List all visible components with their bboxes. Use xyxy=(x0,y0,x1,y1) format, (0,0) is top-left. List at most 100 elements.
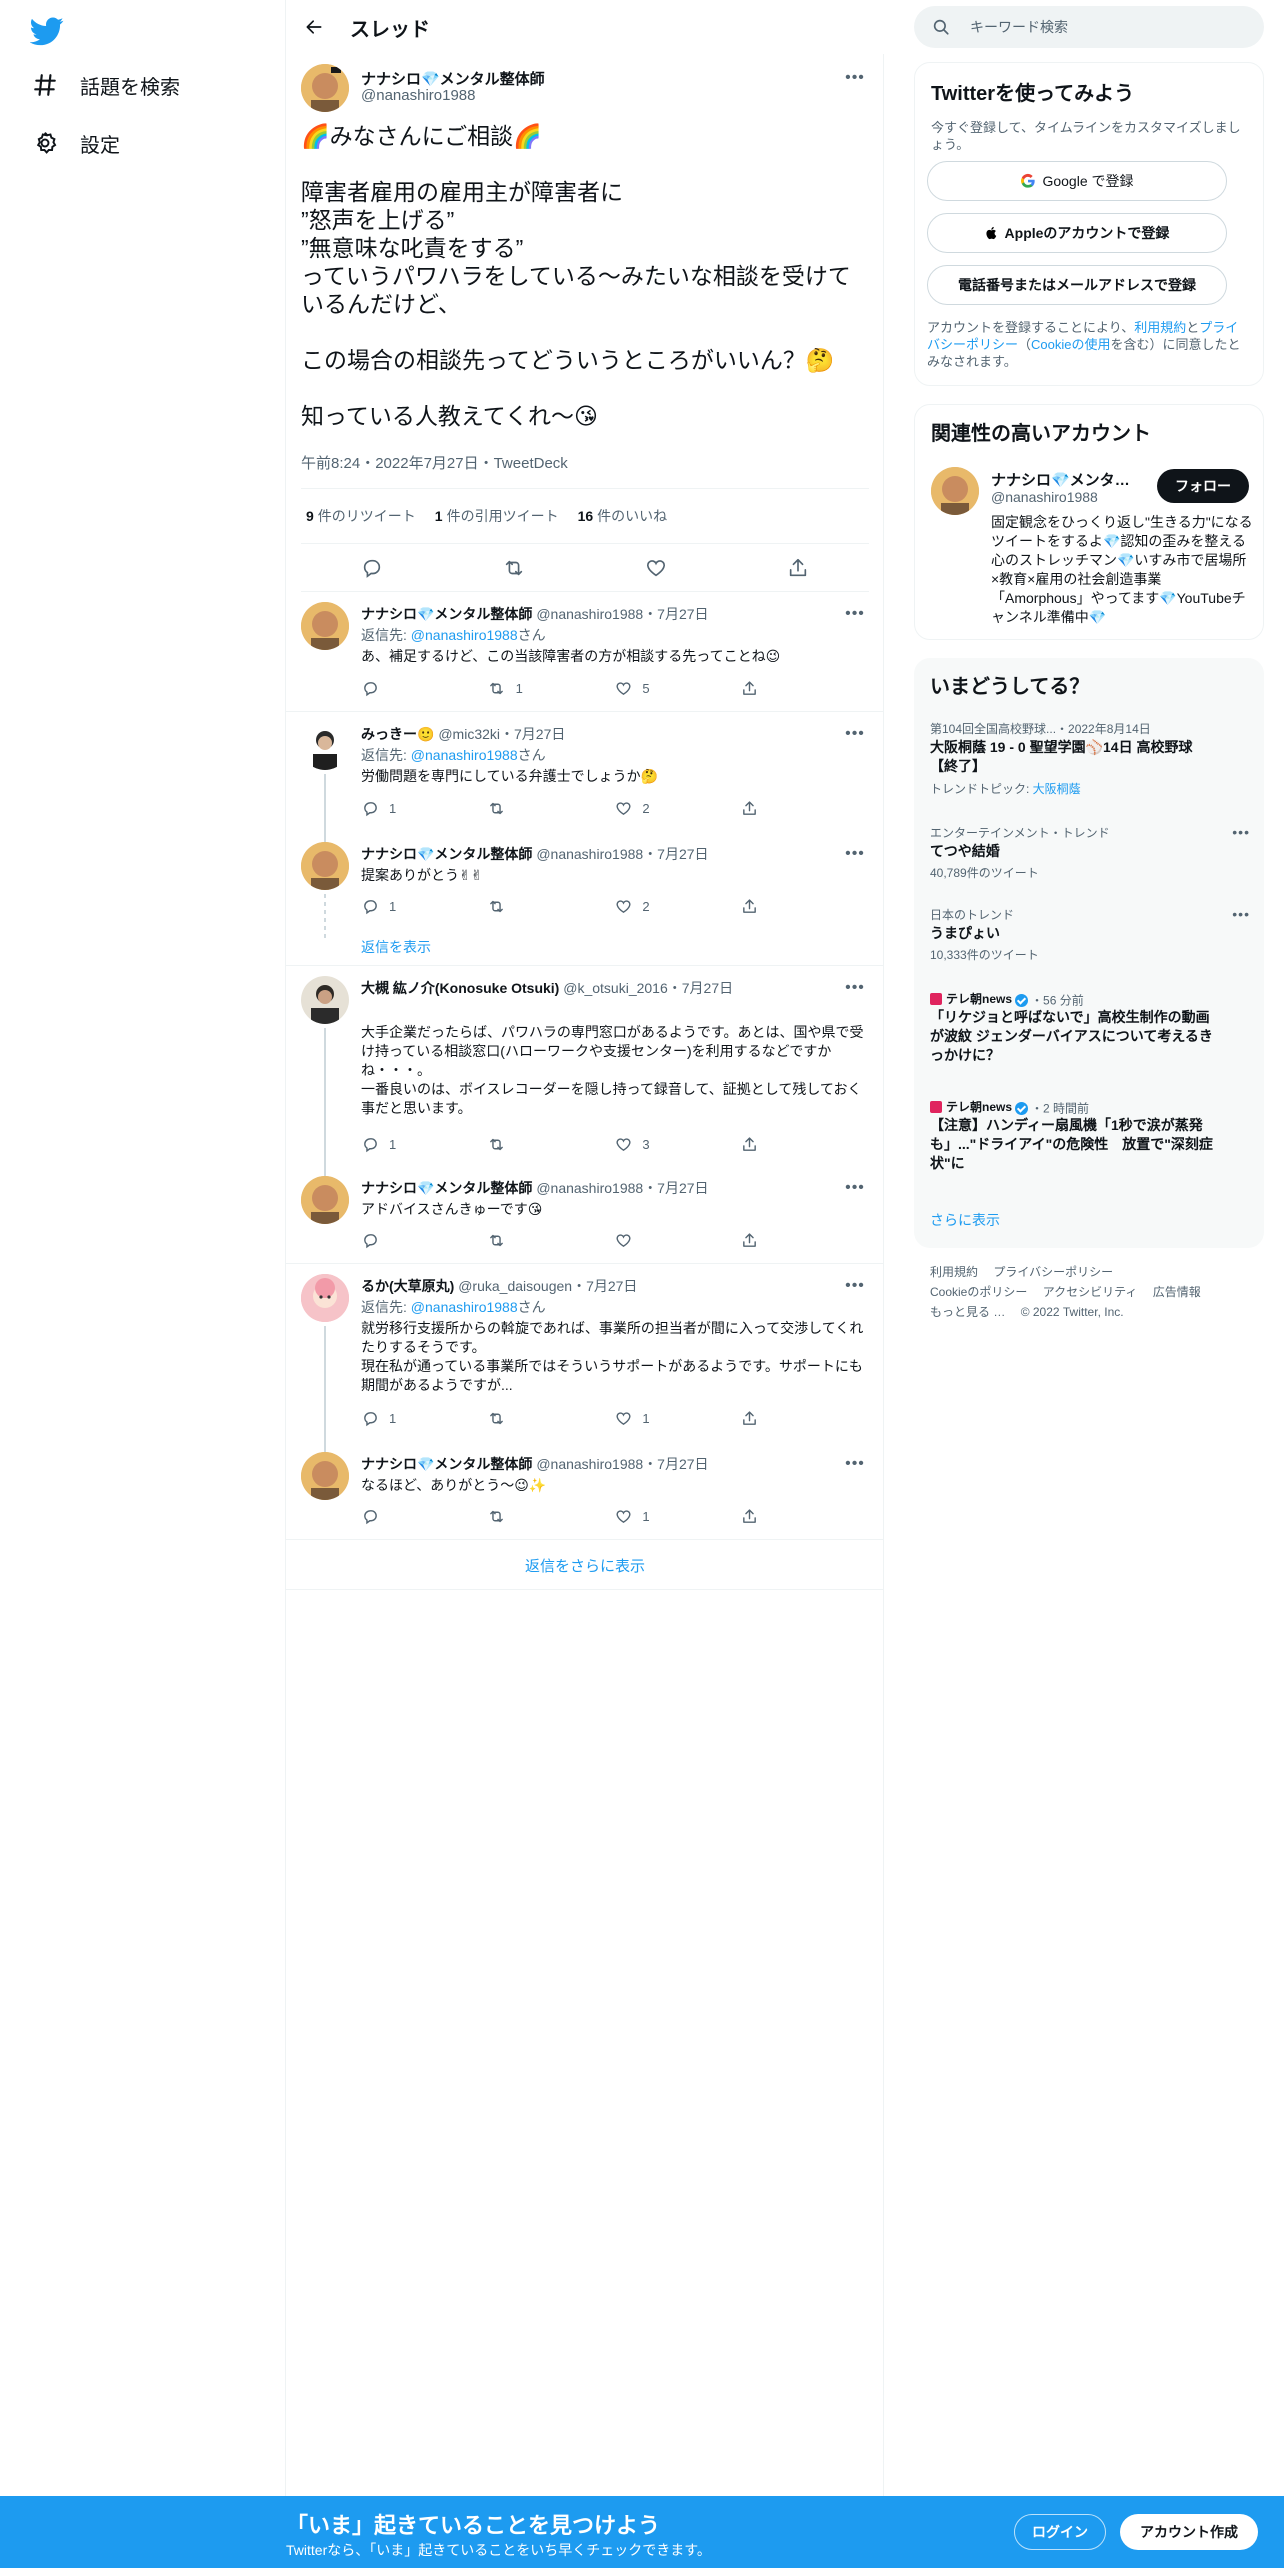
share-button[interactable] xyxy=(741,679,801,697)
retweets-stat[interactable]: 9 件のリツイート xyxy=(306,506,416,526)
avatar[interactable] xyxy=(301,1176,349,1224)
retweet-button[interactable] xyxy=(488,799,548,817)
like-button[interactable]: 1 xyxy=(614,1507,674,1525)
author-name[interactable]: るか(大草原丸) xyxy=(361,1278,454,1294)
footer-link[interactable]: 広告情報 xyxy=(1153,1285,1201,1299)
avatar[interactable] xyxy=(301,64,349,112)
like-button[interactable] xyxy=(614,1231,674,1249)
cookie-link[interactable]: Cookieの使用 xyxy=(1031,337,1110,352)
mention-link[interactable]: @nanashiro1988 xyxy=(411,627,518,643)
like-button[interactable]: 2 xyxy=(614,799,674,817)
avatar[interactable] xyxy=(301,722,349,770)
retweet-button[interactable] xyxy=(488,1507,548,1525)
show-replies-link[interactable]: 返信を表示 xyxy=(361,937,431,957)
reply-button[interactable]: 1 xyxy=(361,1135,421,1153)
more-options-icon[interactable]: ••• xyxy=(840,604,870,624)
retweet-button[interactable] xyxy=(488,1135,548,1153)
more-options-icon[interactable]: ••• xyxy=(840,724,870,744)
trend-item[interactable]: 日本のトレンド ••• うまぴょい 10,333件のツイート xyxy=(914,906,1264,962)
avatar[interactable] xyxy=(301,1274,349,1322)
reply-tweet[interactable]: ナナシロ💎メンタル整体師 @nanashiro1988・7月27日 ••• 返信… xyxy=(286,592,884,712)
author-name[interactable]: ナナシロ💎メンタル整体師 xyxy=(361,68,545,89)
reply-button[interactable] xyxy=(361,1231,421,1249)
author-name[interactable]: ナナシロ💎メンタル整体師 xyxy=(361,606,532,622)
reply-tweet[interactable]: 大槻 紘ノ介(Konosuke Otsuki) @k_otsuki_2016・7… xyxy=(286,966,884,1168)
reply-icon[interactable] xyxy=(360,556,384,580)
more-options-icon[interactable]: ••• xyxy=(840,1276,870,1296)
reply-date[interactable]: ・7月27日 xyxy=(500,726,565,742)
reply-tweet[interactable]: るか(大草原丸) @ruka_daisougen・7月27日 ••• 返信先: … xyxy=(286,1264,884,1444)
nav-explore[interactable]: 話題を検索 xyxy=(30,70,180,100)
author-name[interactable]: ナナシロ💎メンタル整体師 xyxy=(361,1456,532,1472)
related-handle[interactable]: @nanashiro1988 xyxy=(991,489,1098,505)
author-handle[interactable]: @ruka_daisougen xyxy=(458,1278,572,1294)
follow-button[interactable]: フォロー xyxy=(1157,469,1249,503)
phone-email-signup-button[interactable]: 電話番号またはメールアドレスで登録 xyxy=(927,265,1227,305)
author-name[interactable]: みっきー🙂 xyxy=(361,726,434,742)
twitter-logo-icon[interactable] xyxy=(29,14,66,50)
reply-tweet[interactable]: ナナシロ💎メンタル整体師 @nanashiro1988・7月27日 ••• アド… xyxy=(286,1166,884,1264)
trend-item[interactable]: 第104回全国高校野球...・2022年8月14日 大阪桐蔭 19 - 0 聖望… xyxy=(914,720,1264,800)
avatar[interactable] xyxy=(931,467,979,515)
reply-button[interactable] xyxy=(361,1507,421,1525)
share-button[interactable] xyxy=(741,1409,801,1427)
likes-stat[interactable]: 16 件のいいね xyxy=(578,506,668,526)
author-handle[interactable]: @nanashiro1988 xyxy=(536,846,643,862)
back-arrow-icon[interactable] xyxy=(296,9,332,45)
reply-date[interactable]: ・7月27日 xyxy=(643,1456,708,1472)
author-handle[interactable]: @nanashiro1988 xyxy=(536,1180,643,1196)
footer-link[interactable]: Cookieのポリシー xyxy=(930,1285,1027,1299)
author-name[interactable]: 大槻 紘ノ介(Konosuke Otsuki) xyxy=(361,980,559,996)
show-more-replies-button[interactable]: 返信をさらに表示 xyxy=(286,1542,884,1590)
nav-settings[interactable]: 設定 xyxy=(30,128,120,158)
retweet-button[interactable] xyxy=(488,1231,548,1249)
footer-link[interactable]: 利用規約 xyxy=(930,1265,978,1279)
mention-link[interactable]: @nanashiro1988 xyxy=(411,747,518,763)
reply-button[interactable]: 1 xyxy=(361,1409,421,1427)
author-handle[interactable]: @nanashiro1988 xyxy=(361,87,475,104)
share-button[interactable] xyxy=(741,1135,801,1153)
share-button[interactable] xyxy=(741,1507,801,1525)
author-handle[interactable]: @nanashiro1988 xyxy=(536,1456,643,1472)
more-options-icon[interactable]: ••• xyxy=(840,844,870,864)
like-button[interactable]: 5 xyxy=(614,679,674,697)
related-name[interactable]: ナナシロ💎メンタル整体師 xyxy=(991,469,1141,490)
terms-link[interactable]: 利用規約 xyxy=(1134,320,1186,335)
search-input[interactable] xyxy=(970,19,1230,35)
more-options-icon[interactable]: ••• xyxy=(1232,906,1250,922)
reply-date[interactable]: ・7月27日 xyxy=(643,846,708,862)
more-options-icon[interactable]: ••• xyxy=(1232,824,1250,840)
google-signup-button[interactable]: Google で登録 xyxy=(927,161,1227,201)
retweet-button[interactable]: 1 xyxy=(488,679,548,697)
avatar[interactable] xyxy=(301,602,349,650)
reply-date[interactable]: ・7月27日 xyxy=(668,980,733,996)
search-bar[interactable] xyxy=(914,6,1264,48)
quotes-stat[interactable]: 1 件の引用ツイート xyxy=(435,506,559,526)
reply-button[interactable]: 1 xyxy=(361,897,421,915)
share-icon[interactable] xyxy=(786,556,810,580)
like-button[interactable]: 1 xyxy=(614,1409,674,1427)
news-item[interactable]: テレ朝news ・56 分前 「リケジョと呼ばないで」高校生制作の動画が波紋 ジェ… xyxy=(914,990,1264,1070)
author-handle[interactable]: @nanashiro1988 xyxy=(536,606,643,622)
mention-link[interactable]: @nanashiro1988 xyxy=(411,1299,518,1315)
footer-link[interactable]: もっと見る … xyxy=(930,1305,1005,1319)
author-handle[interactable]: @mic32ki xyxy=(438,726,500,742)
author-handle[interactable]: @k_otsuki_2016 xyxy=(563,980,668,996)
footer-link[interactable]: プライバシーポリシー xyxy=(993,1265,1113,1279)
like-button[interactable]: 3 xyxy=(614,1135,674,1153)
tweet-timestamp[interactable]: 午前8:24・2022年7月27日・TweetDeck xyxy=(301,452,568,473)
more-options-icon[interactable]: ••• xyxy=(840,1454,870,1474)
retweet-button[interactable] xyxy=(488,1409,548,1427)
avatar[interactable] xyxy=(301,976,349,1024)
login-button[interactable]: ログイン xyxy=(1014,2514,1106,2550)
author-name[interactable]: ナナシロ💎メンタル整体師 xyxy=(361,846,532,862)
reply-date[interactable]: ・7月27日 xyxy=(572,1278,637,1294)
news-item[interactable]: テレ朝news ・2 時間前 【注意】ハンディー扇風機「1秒で涙が蒸発も」..."… xyxy=(914,1098,1264,1178)
show-more-trends-link[interactable]: さらに表示 xyxy=(930,1210,1000,1230)
retweet-icon[interactable] xyxy=(502,556,526,580)
share-button[interactable] xyxy=(741,1231,801,1249)
share-button[interactable] xyxy=(741,897,801,915)
reply-tweet[interactable]: ナナシロ💎メンタル整体師 @nanashiro1988・7月27日 ••• 提案… xyxy=(286,832,884,966)
trend-topic-link[interactable]: 大阪桐蔭 xyxy=(1033,782,1081,796)
reply-tweet[interactable]: みっきー🙂 @mic32ki・7月27日 ••• 返信先: @nanashiro… xyxy=(286,712,884,834)
